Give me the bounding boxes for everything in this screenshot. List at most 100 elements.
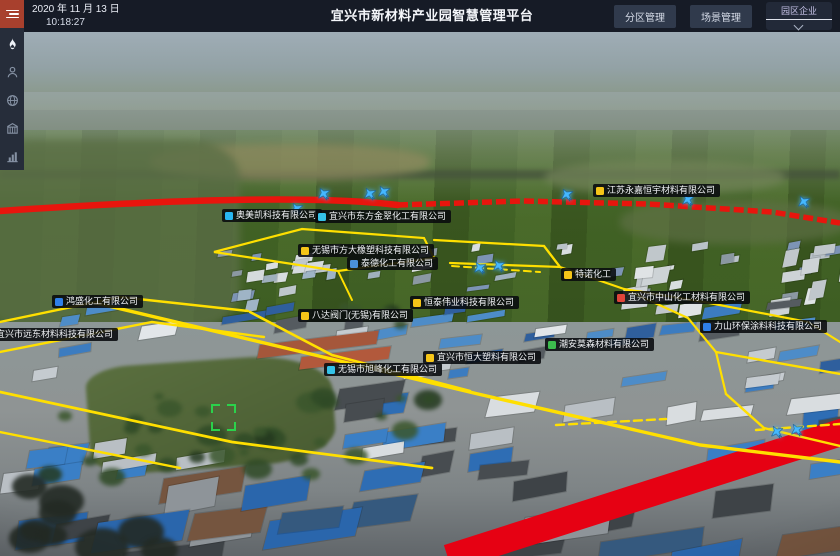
building: [809, 279, 827, 299]
building: [467, 284, 489, 291]
company-marker-label: 无锡市方大橡塑科技有限公司: [312, 244, 429, 257]
sidebar-item-monitoring[interactable]: [0, 86, 24, 114]
company-marker[interactable]: 宜兴市东方金翠化工有限公司: [315, 210, 451, 223]
date-label: 2020 年 11 月 13 日: [32, 3, 120, 16]
company-marker[interactable]: 宜兴市远东材料科技有限公司: [0, 328, 118, 341]
tree-canopy: [392, 421, 419, 440]
tree-canopy: [189, 451, 206, 463]
smart-park-platform-window: 2020 年 11 月 13 日 10:18:27 宜兴市新材料产业园智慧管理平…: [0, 0, 840, 556]
red-route-line-dashed: [398, 201, 840, 223]
aircraft-marker[interactable]: [374, 182, 393, 201]
company-marker-icon: [564, 271, 572, 279]
company-marker[interactable]: 八达阀门(无锡)有限公司: [298, 309, 413, 322]
company-marker[interactable]: 力山环保涂料科技有限公司: [700, 320, 827, 333]
sidebar-item-alarms[interactable]: [0, 30, 24, 58]
building: [747, 348, 776, 363]
tree-canopy: [148, 423, 163, 433]
building: [244, 298, 259, 311]
building: [343, 429, 388, 449]
tree-canopy: [195, 406, 210, 417]
building: [247, 269, 265, 281]
company-marker[interactable]: 潮安莫森材料有限公司: [545, 338, 654, 351]
company-marker[interactable]: 特诺化工: [561, 268, 616, 281]
building: [59, 343, 91, 357]
aircraft-marker[interactable]: [767, 422, 786, 441]
building: [449, 367, 470, 378]
map-3d-viewport[interactable]: 奥美凯科技有限公司宜兴市东方金翠化工有限公司无锡市方大橡塑科技有限公司泰德化工有…: [0, 32, 840, 556]
sidebar-item-enterprises[interactable]: [0, 114, 24, 142]
building: [621, 371, 666, 386]
building: [382, 423, 446, 452]
left-toolbar: [0, 28, 24, 170]
person-icon: [5, 65, 20, 80]
building: [479, 531, 566, 556]
aircraft-marker[interactable]: [787, 420, 806, 439]
building: [713, 484, 773, 518]
building: [231, 270, 241, 277]
company-marker-icon: [55, 298, 63, 306]
datetime-display: 2020 年 11 月 13 日 10:18:27: [32, 3, 120, 29]
tree-canopy: [209, 446, 235, 464]
red-congestion-band: [448, 429, 840, 556]
aircraft-marker[interactable]: [489, 256, 508, 275]
company-marker[interactable]: 宜兴市恒大塑料有限公司: [423, 351, 541, 364]
building: [293, 265, 309, 274]
building: [217, 250, 232, 257]
company-marker-label: 江苏永嘉恒宇材料有限公司: [607, 184, 715, 197]
tree-canopy: [39, 485, 85, 517]
sidebar-item-statistics[interactable]: [0, 142, 24, 170]
building: [534, 325, 567, 338]
building: [745, 373, 779, 387]
company-marker[interactable]: 无锡市旭峰化工有限公司: [324, 363, 442, 376]
building: [33, 366, 58, 380]
company-marker[interactable]: 恒泰伟业科技有限公司: [410, 296, 519, 309]
chevron-down-icon: [795, 21, 803, 29]
company-marker[interactable]: 无锡市方大橡塑科技有限公司: [298, 244, 434, 257]
building: [561, 244, 572, 255]
building: [32, 462, 82, 486]
sidebar-item-personnel[interactable]: [0, 58, 24, 86]
building: [261, 274, 277, 284]
aircraft-marker[interactable]: [557, 185, 576, 204]
building: [782, 248, 799, 267]
company-marker[interactable]: 奥美凯科技有限公司: [222, 209, 322, 222]
building: [804, 287, 819, 305]
building: [362, 442, 404, 460]
building: [0, 469, 41, 493]
park-enterprises-dropdown[interactable]: 园区企业: [766, 2, 832, 30]
building: [404, 428, 457, 448]
tree-canopy: [99, 468, 125, 486]
building: [221, 310, 266, 324]
company-marker-label: 奥美凯科技有限公司: [236, 209, 317, 222]
building: [814, 243, 836, 255]
aircraft-marker[interactable]: [794, 192, 813, 211]
building: [778, 346, 819, 362]
tree-canopy: [38, 525, 67, 546]
tree-canopy: [154, 393, 164, 400]
building: [641, 265, 670, 285]
company-marker[interactable]: 宜兴市中山化工材料有限公司: [614, 291, 750, 304]
building: [787, 392, 840, 415]
building: [669, 280, 683, 291]
scene-management-button[interactable]: 场景管理: [690, 5, 752, 28]
building: [769, 298, 791, 318]
building: [817, 415, 840, 434]
tree-canopy: [126, 415, 144, 427]
tree-canopy: [311, 388, 336, 406]
park-enterprises-label: 园区企业: [766, 4, 832, 20]
company-marker[interactable]: 泰德化工有限公司: [347, 257, 438, 270]
partition-management-button[interactable]: 分区管理: [614, 5, 676, 28]
aircraft-marker[interactable]: [470, 258, 489, 277]
company-marker-icon: [301, 247, 309, 255]
company-marker[interactable]: 鸿盛化工有限公司: [52, 295, 143, 308]
company-marker-label: 宜兴市中山化工材料有限公司: [628, 291, 745, 304]
tree-canopy: [196, 425, 227, 447]
building: [344, 399, 384, 423]
company-marker[interactable]: 江苏永嘉恒宇材料有限公司: [593, 184, 720, 197]
building: [164, 477, 219, 516]
aircraft-marker[interactable]: [314, 184, 333, 203]
hamburger-menu-button[interactable]: [0, 0, 24, 28]
building: [666, 402, 696, 425]
building: [315, 264, 330, 273]
top-bar: 2020 年 11 月 13 日 10:18:27 宜兴市新材料产业园智慧管理平…: [24, 0, 840, 32]
